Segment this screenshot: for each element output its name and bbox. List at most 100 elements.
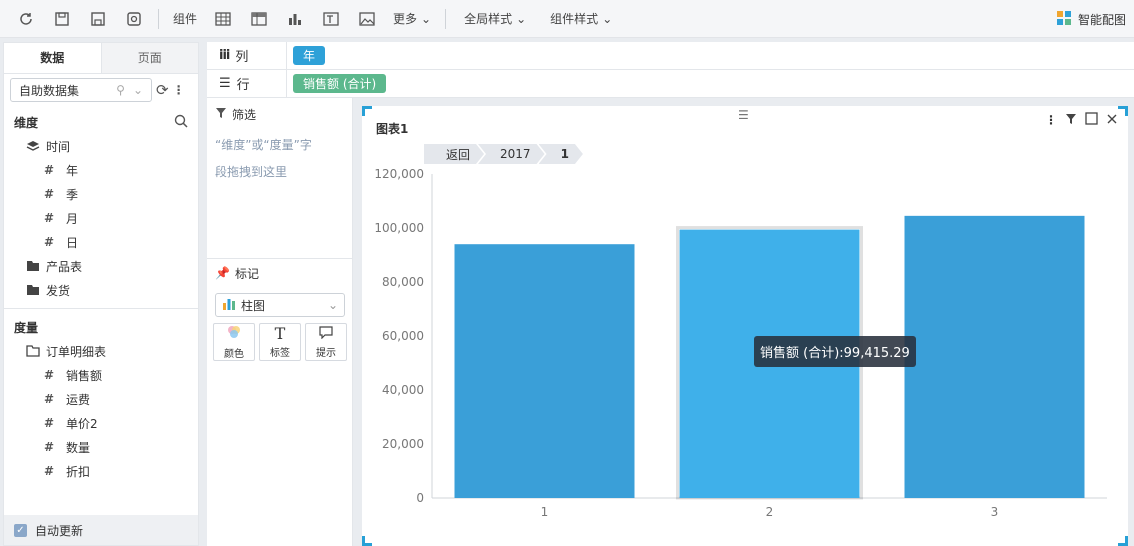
dimension-title: 维度 (14, 115, 39, 130)
x-tick-label: 1 (541, 505, 549, 519)
table-icon[interactable] (205, 0, 241, 38)
text-component-icon[interactable] (313, 0, 349, 38)
tree-item[interactable]: 产品表 (4, 254, 198, 278)
y-tick-label: 120,000 (374, 167, 424, 181)
tree-item[interactable]: # 单价2 (4, 411, 198, 435)
hash-icon: # (44, 416, 55, 430)
resize-handle-bottom-left[interactable] (362, 536, 372, 546)
layers-icon (26, 140, 40, 152)
speech-bubble-icon (318, 325, 334, 342)
tree-item-label: 月 (66, 211, 79, 226)
tree-item[interactable]: # 数量 (4, 435, 198, 459)
resize-handle-bottom-right[interactable] (1118, 536, 1128, 546)
mark-title: 标记 (234, 266, 259, 281)
hash-icon: # (44, 235, 55, 249)
tooltip-mark-label: 提示 (316, 348, 336, 359)
chevron-down-icon: ⌄ (602, 11, 613, 26)
checkbox-checked-icon[interactable]: ✓ (14, 523, 27, 537)
label-mark-button[interactable]: T 标签 (259, 323, 301, 361)
smart-chart-button[interactable]: 智能配图 (1056, 0, 1126, 38)
dataset-select[interactable]: 自助数据集 ⚲ ⌄ (10, 78, 152, 102)
tooltip-mark-button[interactable]: 提示 (305, 323, 347, 361)
filter-hint-line1: “维度”或“度量”字 (215, 138, 312, 152)
toolbar-divider (158, 8, 159, 29)
y-tick-label: 80,000 (382, 275, 424, 289)
text-t-icon: T (274, 323, 286, 343)
smart-chart-label: 智能配图 (1077, 12, 1126, 27)
component-label: 组件 (173, 12, 198, 26)
tree-item[interactable]: # 月 (4, 206, 198, 230)
rows-icon: ☰ (219, 76, 231, 91)
mark-section: 📌 标记 柱图 ⌄ 颜色 T 标签 提示 (207, 258, 353, 361)
folder-icon (26, 284, 40, 296)
color-mark-button[interactable]: 颜色 (213, 323, 255, 361)
folder-open-icon (26, 345, 40, 357)
dimension-header: 维度 (4, 110, 198, 134)
tab-data[interactable]: 数据 (4, 43, 102, 73)
bar[interactable] (454, 244, 635, 498)
tree-item[interactable]: # 日 (4, 230, 198, 254)
tree-item-label: 销售额 (66, 368, 103, 383)
refresh-icon[interactable]: ⟳ (156, 81, 169, 99)
filter-hint-line2: 段拖拽到这里 (215, 165, 288, 179)
measure-list: 订单明细表 # 销售额 # 运费 # 单价2 # 数量 # 折扣 (4, 339, 198, 483)
image-icon[interactable] (349, 0, 385, 38)
dataset-select-label: 自助数据集 (19, 83, 80, 98)
tree-item[interactable]: 发货 (4, 278, 198, 302)
tree-item[interactable]: # 运费 (4, 387, 198, 411)
component-style-menu[interactable]: 组件样式 ⌄ (534, 0, 620, 38)
save-icon[interactable] (44, 0, 80, 38)
tree-item-label: 发货 (46, 283, 71, 298)
hash-icon: # (44, 464, 55, 478)
tree-item-label: 单价2 (66, 416, 98, 431)
tree-item[interactable]: 订单明细表 (4, 339, 198, 363)
tree-item-label: 订单明细表 (46, 344, 107, 359)
mark-header: 📌 标记 (207, 259, 353, 287)
bar-chart-icon[interactable] (277, 0, 313, 38)
x-tick-label: 3 (991, 505, 999, 519)
save-as-icon[interactable] (80, 0, 116, 38)
tree-item[interactable]: # 折扣 (4, 459, 198, 483)
section-divider (4, 308, 198, 309)
row-field-pill[interactable]: 销售额 (合计) (293, 74, 387, 93)
mark-buttons: 颜色 T 标签 提示 (207, 323, 353, 361)
tree-item-label: 时间 (46, 139, 71, 154)
dataset-row: 自助数据集 ⚲ ⌄ ⟳ ⋮ (4, 74, 198, 106)
tree-item-label: 年 (66, 163, 79, 178)
column-shelf: iii 列 年 (207, 41, 1134, 70)
refresh-icon[interactable] (8, 0, 44, 38)
measure-header: 度量 (4, 315, 198, 339)
folder-icon (26, 260, 40, 272)
color-mark-label: 颜色 (224, 349, 244, 360)
column-shelf-label: iii 列 (207, 41, 287, 70)
auto-refresh-label: 自动更新 (35, 523, 84, 538)
tree-item-label: 产品表 (46, 259, 83, 274)
more-menu[interactable]: 更多 ⌄ (385, 0, 439, 38)
tab-page[interactable]: 页面 (101, 43, 198, 73)
global-style-menu[interactable]: 全局样式 ⌄ (452, 0, 534, 38)
filter-mark-panel: 筛选 “维度”或“度量”字 段拖拽到这里 📌 标记 柱图 ⌄ 颜色 T 标签 提… (207, 98, 353, 546)
auto-refresh-toggle[interactable]: ✓ 自动更新 (4, 515, 198, 545)
column-field-pill[interactable]: 年 (293, 46, 326, 65)
measure-title: 度量 (14, 320, 39, 335)
crosstab-icon[interactable] (241, 0, 277, 38)
panel-tabs: 数据 页面 (4, 43, 198, 74)
filter-header: 筛选 (207, 100, 352, 128)
tree-item[interactable]: # 季 (4, 182, 198, 206)
dimension-list: 时间 # 年 # 季 # 月 # 日产品表 发货 (4, 134, 198, 302)
tree-item[interactable]: # 销售额 (4, 363, 198, 387)
preview-icon[interactable] (116, 0, 152, 38)
chart-type-select[interactable]: 柱图 ⌄ (215, 293, 345, 317)
hash-icon: # (44, 440, 55, 454)
search-icon[interactable] (174, 114, 188, 131)
chevron-down-icon: ⌄ (327, 298, 338, 312)
hash-icon: # (44, 392, 55, 406)
hash-icon: # (44, 163, 55, 177)
filter-drop-zone[interactable]: “维度”或“度量”字 段拖拽到这里 (207, 128, 352, 190)
bar[interactable] (904, 215, 1085, 498)
search-icon: ⚲ (116, 83, 125, 97)
tree-item[interactable]: # 年 (4, 158, 198, 182)
tree-item[interactable]: 时间 (4, 134, 198, 158)
more-vertical-icon[interactable]: ⋮ (173, 83, 185, 97)
chart-component[interactable]: ☰ 图表1 ⋮ 返回 2017 1 0 20,000 40,000 60,000 80,… (362, 106, 1128, 546)
